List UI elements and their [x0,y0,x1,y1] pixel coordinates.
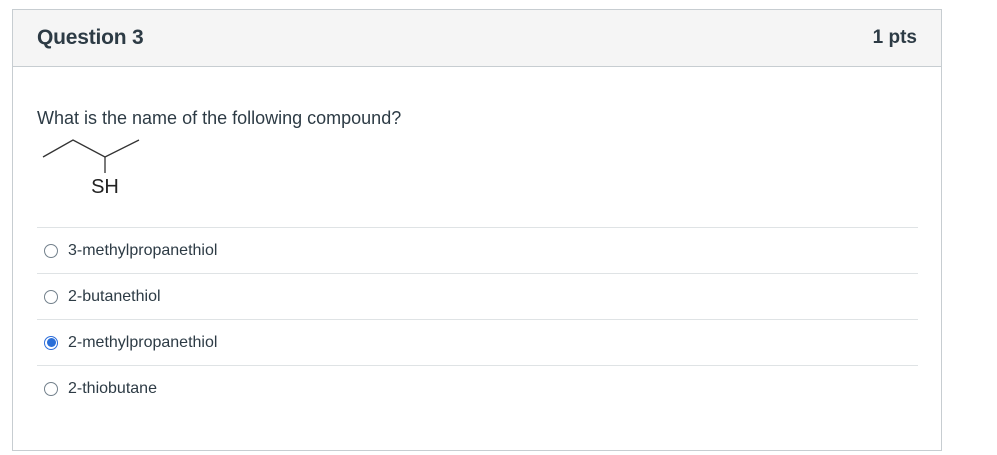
radio-button[interactable] [44,243,58,258]
radio-button[interactable] [44,381,58,396]
answer-label: 2-butanethiol [68,287,161,305]
radio-selected-dot [46,338,56,347]
carbon-skeleton-bonds [42,139,140,158]
question-prompt: What is the name of the following compou… [37,108,402,128]
answer-label: 3-methylpropanethiol [68,241,218,259]
question-points: 1 pts [872,27,917,48]
thiol-group-label: SH [91,176,119,198]
question-title: Question 3 [37,26,144,49]
answer-option-4[interactable]: 2-thiobutane [37,365,918,411]
answer-option-2[interactable]: 2-butanethiol [37,273,918,319]
question-card: Question 3 1 pts What is the name of the… [12,9,942,451]
question-body: What is the name of the following compou… [13,67,941,411]
answer-option-3[interactable]: 2-methylpropanethiol [37,319,918,365]
radio-button[interactable] [44,289,58,304]
answer-list: 3-methylpropanethiol 2-butanethiol 2-met… [37,227,918,411]
answer-label: 2-thiobutane [68,379,157,397]
question-header: Question 3 1 pts [13,10,941,67]
answer-label: 2-methylpropanethiol [68,333,218,351]
answer-option-1[interactable]: 3-methylpropanethiol [37,227,918,273]
radio-button-selected[interactable] [44,335,58,350]
compound-structure-image: SH [42,139,140,198]
